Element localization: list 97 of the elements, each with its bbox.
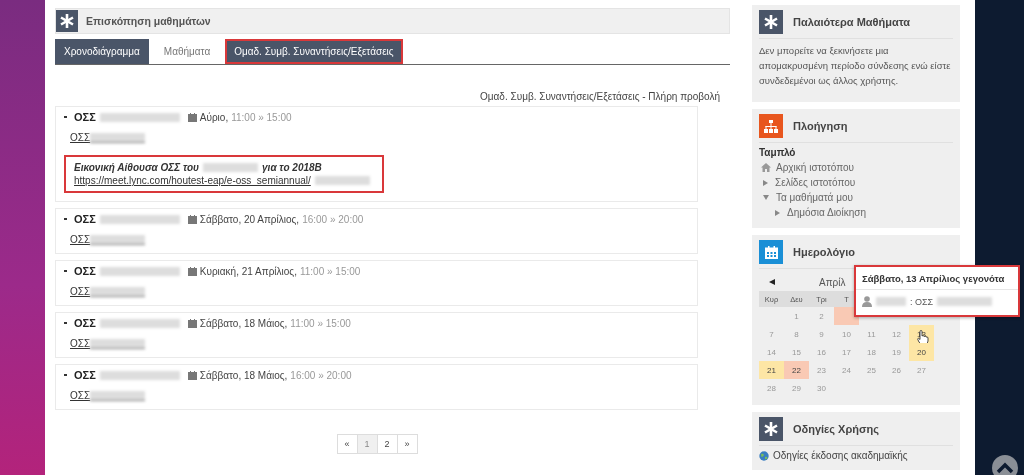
nav-item[interactable]: Σελίδες ιστοτόπου bbox=[775, 175, 856, 190]
block-title: Παλαιότερα Μαθήματα bbox=[793, 16, 911, 28]
page-button[interactable]: 2 bbox=[376, 434, 398, 454]
page-button[interactable]: » bbox=[396, 434, 418, 454]
calendar-icon bbox=[187, 370, 197, 380]
calendar-icon bbox=[187, 214, 197, 224]
calendar-day: 17 bbox=[834, 343, 859, 361]
calendar-day: 30 bbox=[809, 379, 834, 397]
calendar-day[interactable]: 21 bbox=[759, 361, 784, 379]
redacted-block bbox=[90, 338, 146, 349]
expand-icon[interactable] bbox=[763, 179, 768, 186]
block-title: Πλοήγηση bbox=[793, 120, 848, 132]
nav-item[interactable]: Αρχική ιστοτόπου bbox=[776, 160, 854, 175]
description-text: για το 2018Β bbox=[262, 162, 322, 173]
redacted-block bbox=[90, 286, 146, 297]
calendar-day: 7 bbox=[759, 325, 784, 343]
calendar-icon bbox=[187, 318, 197, 328]
calendar-icon bbox=[187, 112, 197, 122]
asterisk-icon bbox=[56, 10, 78, 32]
event-date: Αύριο, bbox=[199, 111, 229, 123]
calendar-day: 1 bbox=[784, 307, 809, 325]
calendar-day: 25 bbox=[859, 361, 884, 379]
tab[interactable]: Ομαδ. Συμβ. Συναντήσεις/Εξετάσεις bbox=[225, 39, 403, 64]
event-time: 16:00 » 20:00 bbox=[302, 213, 364, 225]
meeting-link[interactable]: https://meet.lync.com/houtest-eap/e-oss_semiannual/ bbox=[74, 175, 311, 186]
event-title[interactable]: ΟΣΣ bbox=[74, 111, 96, 123]
redacted-block bbox=[90, 132, 146, 143]
chevron-up-icon bbox=[996, 462, 1014, 474]
block-text: Δεν μπορείτε να ξεκινήσετε μια απομακρυσμένη περίοδο σύνδεσης ενώ είστε συνδεδεμένοι ως άλλος χρήστης. bbox=[759, 44, 952, 88]
course-link[interactable]: ΟΣΣ bbox=[70, 390, 91, 401]
globe-icon bbox=[759, 451, 769, 461]
redacted-block bbox=[314, 176, 370, 185]
asterisk-icon bbox=[759, 417, 783, 441]
calendar-day: 9 bbox=[809, 325, 834, 343]
calendar-day: 8 bbox=[784, 325, 809, 343]
home-icon bbox=[761, 163, 771, 172]
event-time: 11:00 » 15:00 bbox=[290, 317, 351, 329]
event-title[interactable]: ΟΣΣ bbox=[74, 317, 96, 329]
calendar-icon bbox=[759, 240, 783, 264]
course-link[interactable]: ΟΣΣ bbox=[70, 286, 91, 297]
calendar-day: 11 bbox=[859, 325, 884, 343]
event-time: 16:00 » 20:00 bbox=[290, 369, 352, 381]
help-link[interactable]: Οδηγίες έκδοσης ακαδημαϊκής bbox=[773, 450, 908, 462]
full-view-link[interactable]: Ομαδ. Συμβ. Συναντήσεις/Εξετάσεις - Πλήρη προβολή bbox=[480, 91, 720, 102]
calendar-day: 24 bbox=[834, 361, 859, 379]
course-link[interactable]: ΟΣΣ bbox=[70, 132, 91, 143]
calendar-day: 19 bbox=[884, 343, 909, 361]
calendar-icon bbox=[187, 266, 197, 276]
calendar-day: 23 bbox=[809, 361, 834, 379]
event-title[interactable]: ΟΣΣ bbox=[74, 265, 96, 277]
redacted-block bbox=[937, 297, 993, 306]
calendar-day: 12 bbox=[884, 325, 909, 343]
calendar-day[interactable]: 20 bbox=[909, 343, 934, 361]
block-title: Οδηγίες Χρήσης bbox=[793, 423, 879, 435]
calendar-day: 27 bbox=[909, 361, 934, 379]
calendar-day[interactable]: 22 bbox=[784, 361, 809, 379]
event-date: Σάββατο, 18 Μάιος, bbox=[199, 317, 288, 329]
nav-heading[interactable]: Ταμπλό bbox=[759, 147, 953, 158]
description-text: Εικονική Αίθουσα ΟΣΣ του bbox=[74, 162, 200, 173]
block-title: Επισκόπηση μαθημάτων bbox=[86, 15, 211, 27]
block-title: Ημερολόγιο bbox=[793, 246, 855, 258]
month-label: Απρίλ bbox=[819, 276, 846, 288]
calendar-day: 28 bbox=[759, 379, 784, 397]
redacted-block bbox=[876, 297, 906, 306]
collapse-icon[interactable] bbox=[763, 195, 769, 200]
tab[interactable]: Μαθήματα bbox=[154, 39, 220, 64]
event-date: Σάββατο, 20 Απρίλιος, bbox=[199, 213, 300, 225]
asterisk-icon bbox=[759, 10, 783, 34]
calendar-day: 18 bbox=[859, 343, 884, 361]
tab[interactable]: Χρονοδιάγραμμα bbox=[55, 39, 149, 64]
redacted-block bbox=[203, 163, 259, 172]
page-button[interactable]: « bbox=[336, 434, 358, 454]
redacted-block bbox=[90, 234, 146, 245]
previous-month-icon[interactable] bbox=[769, 279, 775, 285]
redacted-block bbox=[90, 390, 146, 401]
event-time: 11:00 » 15:00 bbox=[299, 265, 361, 277]
event-time: 11:00 » 15:00 bbox=[231, 111, 292, 123]
calendar-day: 10 bbox=[834, 325, 859, 343]
calendar-day: 15 bbox=[784, 343, 809, 361]
nav-item[interactable]: Τα μαθήματά μου bbox=[776, 190, 853, 205]
event-title[interactable]: ΟΣΣ bbox=[74, 369, 96, 381]
course-link[interactable]: ΟΣΣ bbox=[70, 234, 91, 245]
nav-item[interactable]: Δημόσια Διοίκηση bbox=[787, 205, 866, 220]
calendar-day: 2 bbox=[809, 307, 834, 325]
course-link[interactable]: ΟΣΣ bbox=[70, 338, 91, 349]
calendar-day: 26 bbox=[884, 361, 909, 379]
calendar-day: 29 bbox=[784, 379, 809, 397]
expand-icon[interactable] bbox=[775, 209, 780, 216]
event-date: Κυριακή, 21 Απρίλιος, bbox=[199, 265, 297, 277]
sitemap-icon bbox=[759, 114, 783, 138]
calendar-day: 14 bbox=[759, 343, 784, 361]
tooltip-title: Σάββατο, 13 Απρίλιος γεγονότα bbox=[856, 267, 1018, 290]
tooltip-text: : ΟΣΣ bbox=[910, 296, 934, 307]
event-title[interactable]: ΟΣΣ bbox=[74, 213, 96, 225]
event-date: Σάββατο, 18 Μάιος, bbox=[199, 369, 288, 381]
calendar-day: 16 bbox=[809, 343, 834, 361]
user-icon bbox=[862, 296, 872, 307]
